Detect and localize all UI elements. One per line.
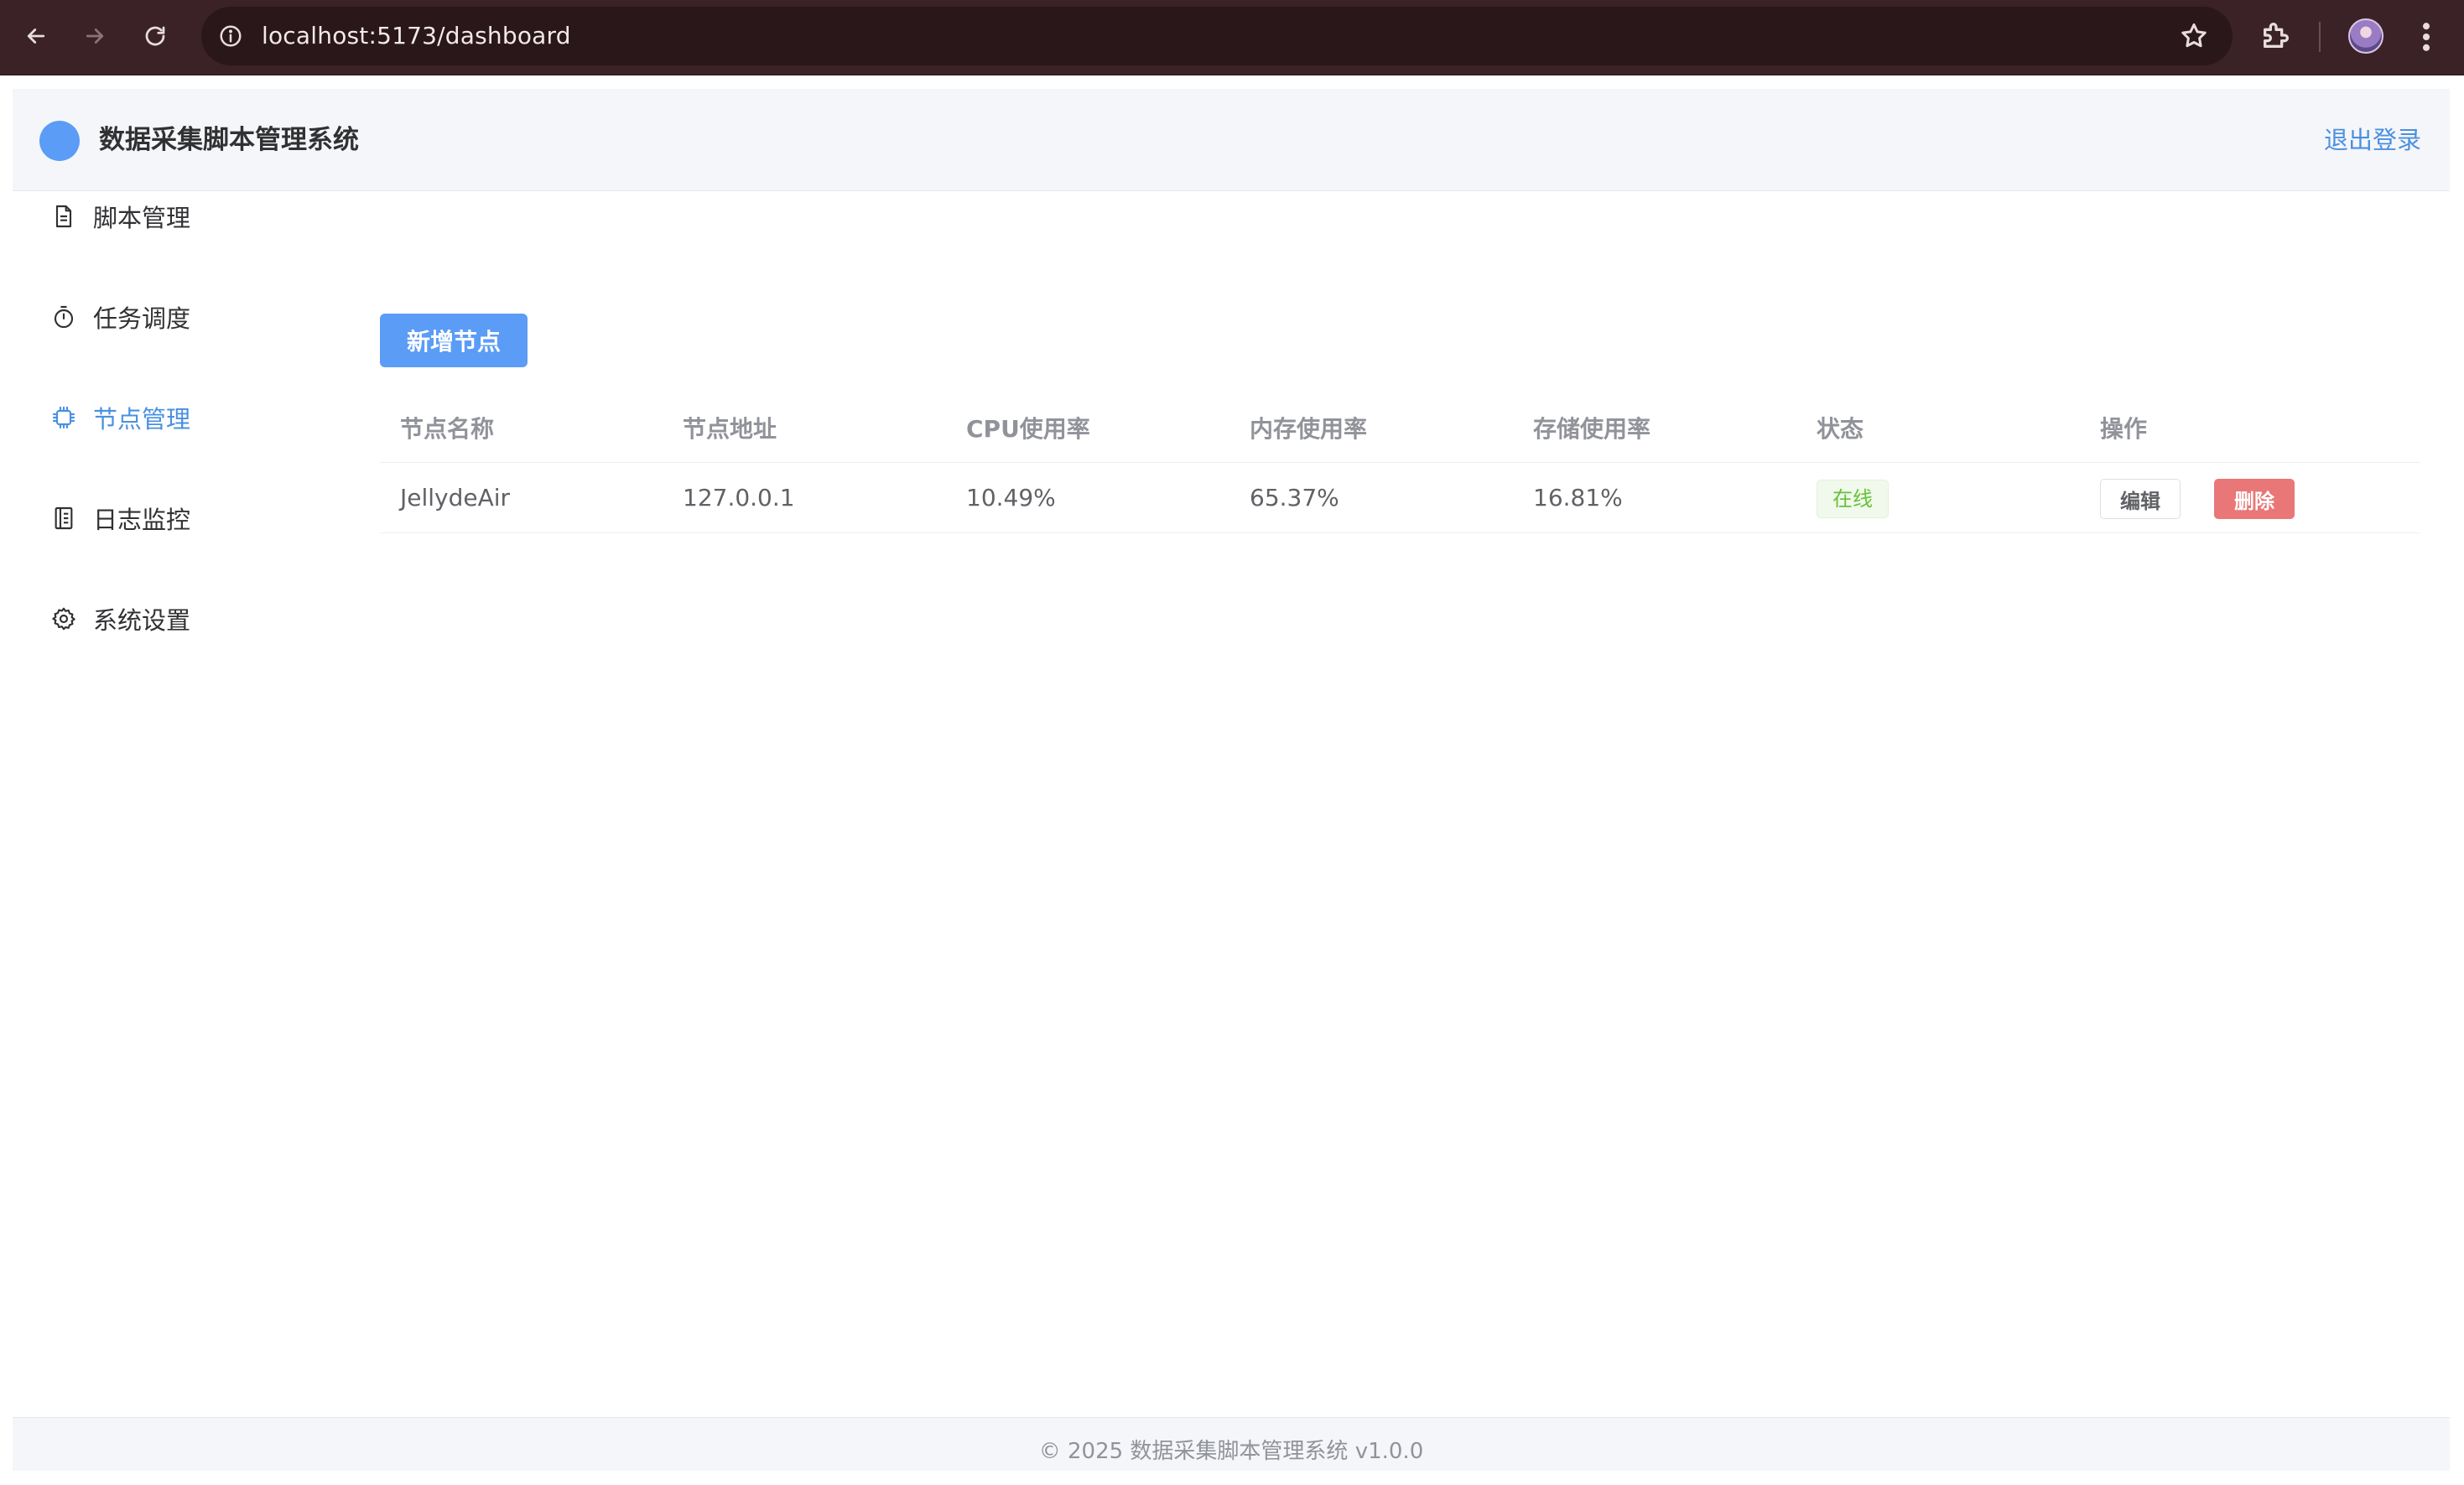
sidebar-item-label: 任务调度 (93, 304, 191, 333)
sidebar-item-tasks[interactable]: 任务调度 (49, 292, 326, 342)
column-header-actions: 操作 (2100, 415, 2148, 443)
extensions-puzzle-icon[interactable] (2259, 18, 2293, 52)
app-header: 数据采集脚本管理系统 退出登录 (13, 89, 2450, 191)
address-bar[interactable]: localhost:5173/dashboard (201, 7, 2233, 65)
column-header-storage: 存储使用率 (1533, 415, 1651, 443)
column-header-address: 节点地址 (683, 415, 777, 443)
delete-button[interactable]: 删除 (2214, 479, 2295, 519)
sidebar-item-label: 脚本管理 (93, 204, 191, 232)
app-logo (39, 121, 80, 161)
table-header: 节点名称 节点地址 CPU使用率 内存使用率 存储使用率 状态 操作 (380, 396, 2420, 463)
column-header-status: 状态 (1817, 415, 1864, 443)
sidebar-item-label: 系统设置 (93, 606, 191, 635)
cell-node-name: JellydeAir (400, 484, 511, 511)
main-content: 新增节点 节点名称 节点地址 CPU使用率 内存使用率 存储使用率 状态 操作 … (380, 191, 2426, 1365)
reload-button[interactable] (136, 17, 174, 55)
edit-button[interactable]: 编辑 (2100, 479, 2181, 519)
sidebar: 脚本管理 任务调度 节点管理 日志监控 系统设置 (13, 191, 356, 1365)
cpu-chip-icon (49, 403, 78, 432)
column-header-cpu: CPU使用率 (966, 415, 1090, 443)
sidebar-item-label: 日志监控 (93, 506, 191, 534)
forward-button[interactable] (75, 17, 114, 55)
cell-memory-usage: 65.37% (1250, 484, 1339, 511)
site-info-icon[interactable] (215, 20, 247, 52)
sidebar-item-settings[interactable]: 系统设置 (49, 594, 326, 644)
table-row: JellydeAir 127.0.0.1 10.49% 65.37% 16.81… (380, 463, 2420, 533)
app-footer: © 2025 数据采集脚本管理系统 v1.0.0 (13, 1417, 2450, 1471)
cell-node-address: 127.0.0.1 (683, 484, 795, 511)
back-button[interactable] (17, 17, 55, 55)
arrow-left-icon (27, 29, 45, 44)
profile-avatar[interactable] (2348, 18, 2383, 54)
sidebar-item-logs[interactable]: 日志监控 (49, 493, 326, 543)
reload-icon (145, 26, 165, 46)
sidebar-item-label: 节点管理 (93, 405, 191, 434)
add-node-button[interactable]: 新增节点 (380, 314, 528, 367)
cell-storage-usage: 16.81% (1533, 484, 1623, 511)
gear-icon (49, 605, 78, 633)
column-header-memory: 内存使用率 (1250, 415, 1368, 443)
footer-text: © 2025 数据采集脚本管理系统 v1.0.0 (1038, 1439, 1424, 1464)
column-header-name: 节点名称 (400, 415, 495, 443)
document-icon (49, 202, 78, 231)
url-text[interactable]: localhost:5173/dashboard (262, 7, 571, 65)
logout-link[interactable]: 退出登录 (2324, 89, 2421, 191)
notebook-icon (49, 504, 78, 532)
app-title: 数据采集脚本管理系统 (99, 125, 359, 155)
browser-toolbar: localhost:5173/dashboard (0, 0, 2464, 75)
sidebar-item-scripts[interactable]: 脚本管理 (49, 191, 326, 241)
status-badge: 在线 (1817, 480, 1889, 518)
arrow-right-icon (86, 29, 104, 44)
nodes-table: 节点名称 节点地址 CPU使用率 内存使用率 存储使用率 状态 操作 Jelly… (380, 396, 2420, 533)
sidebar-item-nodes[interactable]: 节点管理 (49, 392, 326, 443)
more-menu-icon[interactable] (2414, 18, 2439, 55)
bookmark-star-icon[interactable] (2179, 21, 2209, 51)
toolbar-divider (2319, 22, 2321, 52)
app-root: 数据采集脚本管理系统 退出登录 脚本管理 任务调度 节点管理 日志监控 系统设置… (13, 89, 2450, 1471)
cell-cpu-usage: 10.49% (966, 484, 1056, 511)
stopwatch-icon (49, 303, 78, 331)
